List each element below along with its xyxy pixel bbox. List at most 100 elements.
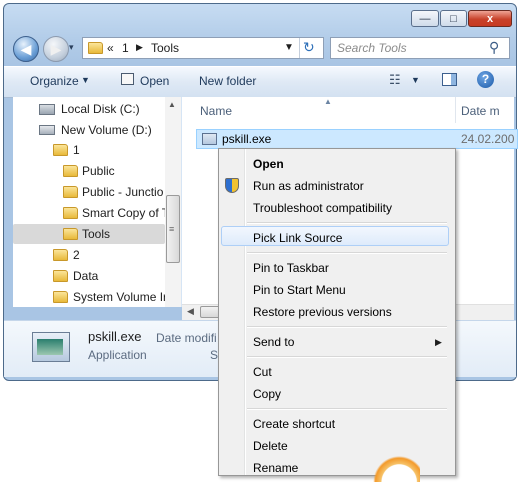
breadcrumb-separator-icon[interactable]: ▶ xyxy=(136,42,143,53)
open-button[interactable]: Open xyxy=(140,74,169,88)
logo-swirl-icon xyxy=(368,452,420,482)
menu-item-delete[interactable]: Delete xyxy=(253,439,288,453)
folder-icon xyxy=(63,186,78,198)
recent-pages-dropdown-icon[interactable]: ▾ xyxy=(69,42,74,53)
menu-item-restore-previous-versions[interactable]: Restore previous versions xyxy=(253,305,392,319)
file-row-pskill[interactable]: pskill.exe 24.02.200 xyxy=(196,129,518,149)
folder-icon xyxy=(63,228,78,240)
column-header-name[interactable]: Name xyxy=(200,104,232,118)
navigation-scrollbar[interactable]: ▲ ≡ xyxy=(165,97,181,307)
sort-ascending-icon: ▲ xyxy=(324,97,332,106)
tree-label: Smart Copy of T xyxy=(82,206,170,220)
drive-icon xyxy=(39,103,55,115)
tree-item-public[interactable]: Public xyxy=(13,161,181,181)
file-date: 24.02.200 xyxy=(461,132,515,146)
tree-item-public-junction[interactable]: Public - Junctio xyxy=(13,182,181,202)
maximize-button[interactable]: □ xyxy=(440,10,467,27)
details-file-type: Application xyxy=(88,348,147,362)
address-bar[interactable]: « 1 ▶ Tools ▼ ↻ xyxy=(82,37,324,59)
menu-separator xyxy=(247,408,447,410)
folder-icon xyxy=(63,165,78,177)
breadcrumb-item-tools[interactable]: Tools xyxy=(151,41,179,55)
close-button[interactable]: x xyxy=(468,10,512,27)
help-icon[interactable]: ? xyxy=(477,71,494,88)
back-arrow-icon: ◀ xyxy=(20,40,32,57)
forward-arrow-icon: ▶ xyxy=(50,40,62,57)
navigation-pane: Local Disk (C:) New Volume (D:) 1 Public… xyxy=(13,97,182,307)
tree-item-tools[interactable]: Tools xyxy=(13,224,165,244)
menu-separator xyxy=(247,222,447,224)
address-dropdown-icon[interactable]: ▼ xyxy=(284,42,294,53)
shield-icon xyxy=(225,178,239,193)
menu-item-rename[interactable]: Rename xyxy=(253,461,298,475)
application-large-icon xyxy=(32,332,70,362)
drive-icon xyxy=(39,125,55,135)
tree-item-data[interactable]: Data xyxy=(13,266,181,286)
open-icon xyxy=(121,73,134,85)
application-icon xyxy=(202,133,217,145)
menu-item-open[interactable]: Open xyxy=(253,157,284,171)
minimize-button[interactable]: — xyxy=(411,10,439,27)
menu-gutter xyxy=(244,149,246,475)
menu-item-create-shortcut[interactable]: Create shortcut xyxy=(253,417,335,431)
menu-item-pin-to-start-menu[interactable]: Pin to Start Menu xyxy=(253,283,346,297)
tree-item-1[interactable]: 1 xyxy=(13,140,181,160)
preview-pane-icon[interactable] xyxy=(442,73,457,86)
search-icon[interactable]: ⚲ xyxy=(489,39,499,56)
back-button[interactable]: ◀ xyxy=(13,36,39,62)
forward-button[interactable]: ▶ xyxy=(43,36,69,62)
scroll-grip-icon: ≡ xyxy=(169,224,175,234)
file-name: pskill.exe xyxy=(222,132,272,146)
tree-item-system-volume[interactable]: System Volume Ir xyxy=(13,287,181,307)
tree-label: Public xyxy=(82,164,115,178)
breadcrumb-overflow[interactable]: « xyxy=(107,41,114,55)
tree-item-new-volume-d[interactable]: New Volume (D:) xyxy=(13,120,181,140)
menu-item-cut[interactable]: Cut xyxy=(253,365,272,379)
tree-label: Local Disk (C:) xyxy=(61,102,140,116)
folder-icon xyxy=(53,249,68,261)
tree-label: Tools xyxy=(82,227,111,241)
tree-item-local-disk-c[interactable]: Local Disk (C:) xyxy=(13,99,181,119)
menu-separator xyxy=(247,356,447,358)
organize-dropdown-icon[interactable]: ▼ xyxy=(81,75,90,85)
column-header-date[interactable]: Date m xyxy=(461,104,500,118)
tree-label: 1 xyxy=(73,143,80,157)
menu-item-run-as-administrator[interactable]: Run as administrator xyxy=(253,179,364,193)
folder-icon xyxy=(53,270,68,282)
details-date-label: Date modifi xyxy=(156,331,217,345)
menu-item-send-to[interactable]: Send to xyxy=(253,335,294,349)
folder-icon xyxy=(53,291,68,303)
breadcrumb-item-1[interactable]: 1 xyxy=(122,41,129,55)
scroll-thumb[interactable] xyxy=(200,306,220,318)
tree-label: Public - Junctio xyxy=(82,185,164,199)
tree-label: New Volume (D:) xyxy=(61,123,152,137)
organize-button[interactable]: Organize xyxy=(30,74,79,88)
search-box[interactable]: Search Tools ⚲ xyxy=(330,37,510,59)
new-folder-button[interactable]: New folder xyxy=(199,74,256,88)
tree-label: Data xyxy=(73,269,99,283)
submenu-arrow-icon: ▶ xyxy=(435,337,442,347)
views-icon[interactable]: ☷ xyxy=(389,72,401,88)
tree-label: 2 xyxy=(73,248,80,262)
folder-icon xyxy=(88,42,103,54)
scroll-up-icon[interactable]: ▲ xyxy=(168,100,176,109)
address-divider xyxy=(299,38,300,58)
menu-item-pick-link-source[interactable]: Pick Link Source xyxy=(253,231,342,245)
tree-label: System Volume Ir xyxy=(73,290,168,304)
details-file-name: pskill.exe xyxy=(88,329,142,344)
menu-item-copy[interactable]: Copy xyxy=(253,387,281,401)
application-screen-icon xyxy=(37,339,63,355)
column-divider[interactable] xyxy=(455,97,456,123)
menu-item-pin-to-taskbar[interactable]: Pin to Taskbar xyxy=(253,261,329,275)
menu-separator xyxy=(247,252,447,254)
menu-item-troubleshoot-compatibility[interactable]: Troubleshoot compatibility xyxy=(253,201,392,215)
tree-item-smart-copy[interactable]: Smart Copy of T xyxy=(13,203,181,223)
scroll-left-icon[interactable]: ◀ xyxy=(187,306,194,317)
folder-icon xyxy=(53,144,68,156)
menu-separator xyxy=(247,326,447,328)
folder-icon xyxy=(63,207,78,219)
search-placeholder: Search Tools xyxy=(337,41,407,55)
refresh-icon[interactable]: ↻ xyxy=(303,39,315,56)
tree-item-2[interactable]: 2 xyxy=(13,245,181,265)
views-dropdown-icon[interactable]: ▼ xyxy=(411,75,420,85)
